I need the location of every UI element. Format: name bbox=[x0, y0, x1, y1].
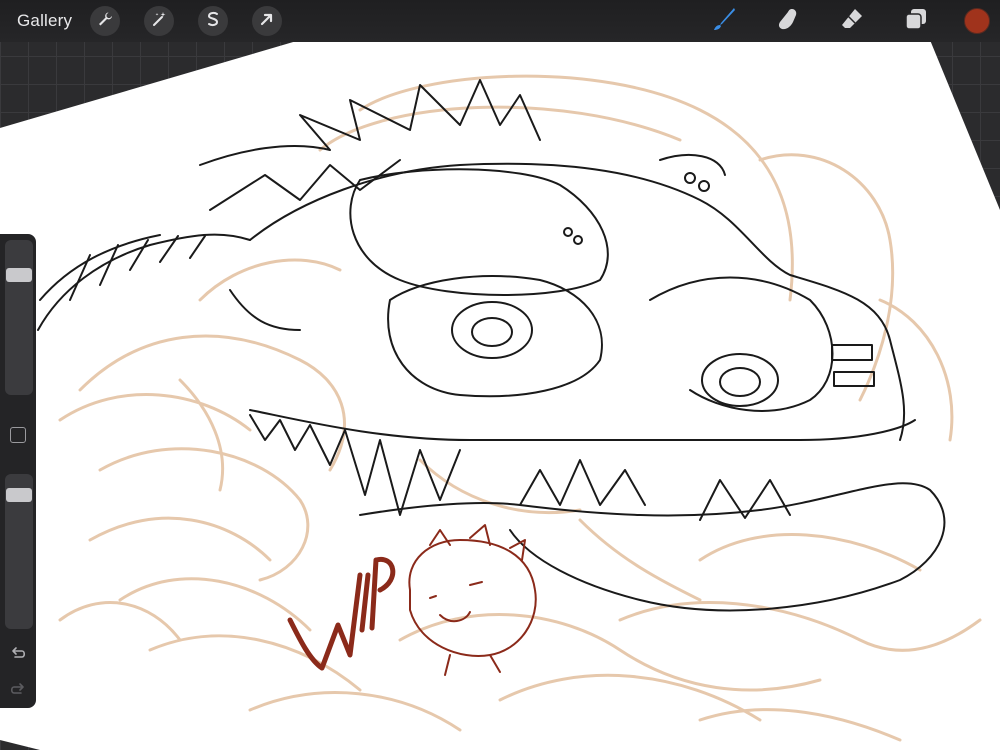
eraser-button[interactable] bbox=[836, 5, 868, 37]
left-sidebar bbox=[0, 234, 36, 708]
adjustments-button[interactable] bbox=[144, 6, 175, 36]
opacity-slider[interactable] bbox=[5, 474, 33, 629]
brush-button[interactable] bbox=[708, 5, 740, 37]
smudge-button[interactable] bbox=[772, 5, 804, 37]
smudge-finger-icon bbox=[775, 6, 801, 37]
color-picker-button[interactable] bbox=[964, 8, 990, 34]
redo-arrow-icon bbox=[8, 683, 28, 704]
brush-icon bbox=[711, 6, 737, 37]
gallery-button[interactable]: Gallery bbox=[17, 11, 72, 31]
transform-button[interactable] bbox=[252, 6, 283, 36]
layers-button[interactable] bbox=[900, 5, 932, 37]
brush-size-slider[interactable] bbox=[5, 240, 33, 395]
undo-arrow-icon bbox=[8, 647, 28, 668]
redo-button[interactable] bbox=[8, 680, 28, 700]
selection-s-icon bbox=[204, 10, 222, 33]
arrow-cursor-icon bbox=[258, 10, 276, 33]
wrench-icon bbox=[96, 10, 114, 33]
eraser-icon bbox=[839, 6, 865, 37]
drawing-canvas[interactable] bbox=[0, 0, 1000, 750]
right-tool-group bbox=[708, 0, 1000, 42]
top-toolbar: Gallery bbox=[0, 0, 1000, 42]
layers-icon bbox=[903, 6, 929, 37]
undo-button[interactable] bbox=[8, 644, 28, 664]
magic-wand-icon bbox=[150, 10, 168, 33]
modify-button[interactable] bbox=[10, 427, 26, 443]
brush-size-thumb[interactable] bbox=[6, 268, 32, 282]
opacity-thumb[interactable] bbox=[6, 488, 32, 502]
actions-button[interactable] bbox=[90, 6, 121, 36]
artwork bbox=[0, 40, 1000, 750]
selection-button[interactable] bbox=[198, 6, 229, 36]
